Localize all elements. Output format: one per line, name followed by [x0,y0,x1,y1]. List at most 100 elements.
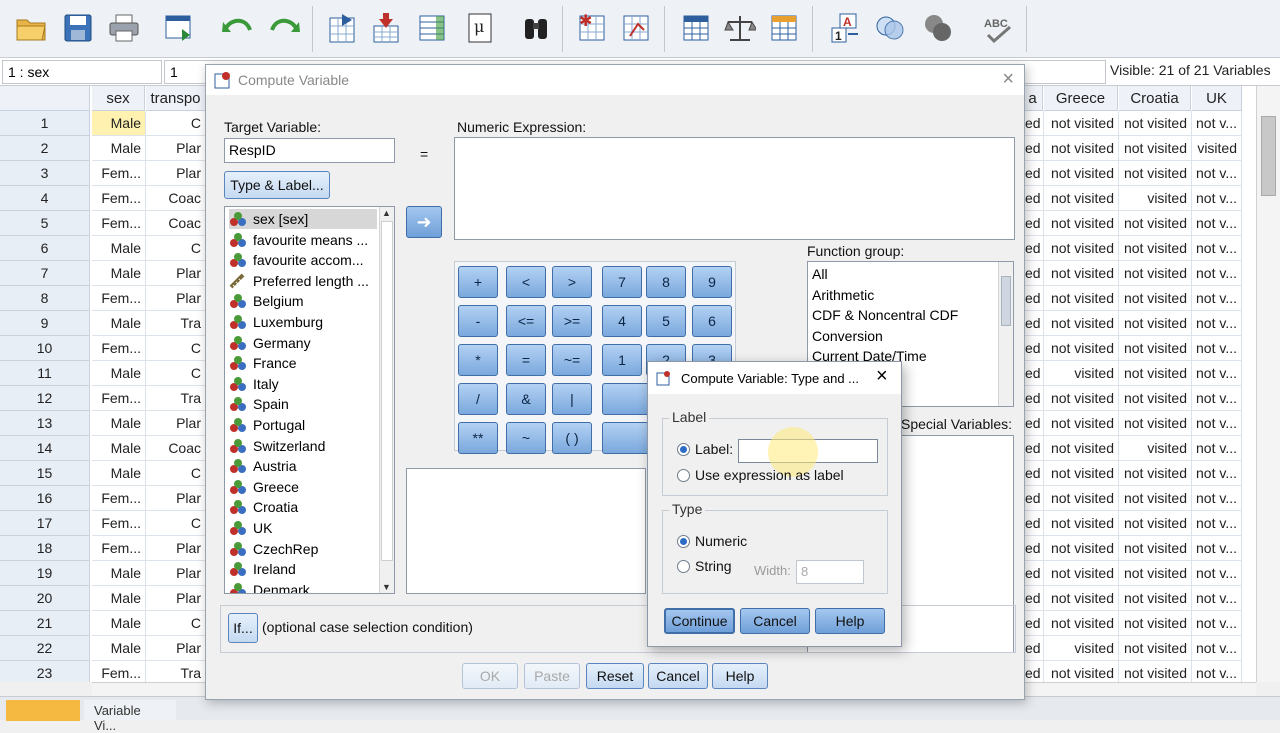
table-cell[interactable]: not v... [1192,336,1242,361]
move-variable-arrow-button[interactable]: ➜ [406,206,442,238]
row-header[interactable]: 5 [0,211,90,236]
table-cell[interactable]: not v... [1192,111,1242,136]
table-cell[interactable]: ed [1023,261,1044,286]
variable-list-item[interactable]: Luxemburg [229,312,323,332]
table-cell[interactable]: Fem... [92,161,146,186]
variable-list-item[interactable]: Ireland [229,559,296,579]
table-cell[interactable]: ed [1023,636,1044,661]
column-header[interactable]: Croatia [1119,86,1191,111]
calculator-key[interactable]: = [506,344,546,376]
table-cell[interactable]: not visited [1044,561,1119,586]
table-cell[interactable]: not visited [1119,586,1192,611]
tab-data-view[interactable] [6,700,80,721]
table-cell[interactable]: not v... [1192,411,1242,436]
row-header[interactable]: 23 [0,661,90,682]
variables-icon[interactable] [412,8,452,48]
calculator-key[interactable]: 8 [646,266,686,298]
row-header[interactable]: 7 [0,261,90,286]
column-header[interactable]: a [1023,86,1043,111]
table-cell[interactable]: Male [92,111,146,136]
table-cell[interactable]: not visited [1044,411,1119,436]
table-cell[interactable]: ed [1023,511,1044,536]
function-group-item[interactable]: CDF & Noncentral CDF [812,305,958,325]
table-cell[interactable]: not v... [1192,636,1242,661]
reset-button[interactable]: Reset [586,663,644,689]
variable-list-item[interactable]: Belgium [229,291,304,311]
row-header[interactable]: 14 [0,436,90,461]
row-header[interactable]: 19 [0,561,90,586]
numeric-expression-input[interactable] [454,137,1015,240]
calculator-key[interactable]: ** [458,422,498,454]
calculator-key[interactable]: + [458,266,498,298]
redo-icon[interactable] [264,8,304,48]
print-icon[interactable] [104,8,144,48]
row-header[interactable]: 9 [0,311,90,336]
table-cell[interactable]: Plar [146,136,206,161]
table-cell[interactable]: not visited [1119,311,1192,336]
use-sets-icon[interactable] [870,8,910,48]
subdialog-cancel-button[interactable]: Cancel [740,608,810,634]
column-header[interactable]: Greece [1044,86,1118,111]
table-cell[interactable]: not visited [1119,411,1192,436]
undo-icon[interactable] [218,8,258,48]
insert-variable-icon[interactable] [616,8,656,48]
row-header[interactable]: 10 [0,336,90,361]
table-cell[interactable]: ed [1023,411,1044,436]
save-icon[interactable] [58,8,98,48]
calculator-key[interactable]: >= [552,305,592,337]
select-cases-icon[interactable] [764,8,804,48]
table-cell[interactable]: ed [1023,286,1044,311]
table-cell[interactable]: Plar [146,486,206,511]
table-cell[interactable]: not visited [1119,336,1192,361]
table-cell[interactable]: not visited [1044,386,1119,411]
variable-list-item[interactable]: France [229,353,297,373]
table-cell[interactable]: not v... [1192,536,1242,561]
variable-list-item[interactable]: Italy [229,374,279,394]
row-header[interactable]: 18 [0,536,90,561]
recall-dialog-icon[interactable] [160,8,200,48]
variable-list-item[interactable]: CzechRep [229,539,318,559]
grid-corner[interactable] [0,86,90,111]
row-header[interactable]: 6 [0,236,90,261]
table-cell[interactable]: not visited [1119,661,1192,682]
table-cell[interactable]: not visited [1119,211,1192,236]
table-cell[interactable]: C [146,236,206,261]
table-cell[interactable]: not visited [1044,586,1119,611]
variable-list-item[interactable]: Portugal [229,415,305,435]
row-header[interactable]: 3 [0,161,90,186]
table-cell[interactable]: Plar [146,561,206,586]
column-header[interactable]: UK [1192,86,1242,111]
label-radio[interactable] [677,443,690,456]
table-cell[interactable]: not visited [1119,611,1192,636]
function-group-item[interactable]: Conversion [812,326,883,346]
goto-variable-icon[interactable] [366,8,406,48]
table-cell[interactable]: ed [1023,436,1044,461]
table-cell[interactable]: Plar [146,261,206,286]
variable-list-item[interactable]: Germany [229,333,311,353]
type-and-label-button[interactable]: Type & Label... [224,171,330,199]
row-header[interactable]: 2 [0,136,90,161]
row-header[interactable]: 8 [0,286,90,311]
table-cell[interactable]: Male [92,261,146,286]
table-cell[interactable]: not v... [1192,211,1242,236]
width-input[interactable]: 8 [796,560,864,584]
table-cell[interactable]: not v... [1192,461,1242,486]
table-cell[interactable]: visited [1192,136,1242,161]
calculator-key[interactable]: * [458,344,498,376]
table-cell[interactable]: not v... [1192,611,1242,636]
insert-cases-icon[interactable]: ✱ [572,8,612,48]
tab-variable-view[interactable]: Variable Vi... [84,700,176,733]
spell-check-icon[interactable]: ABC [980,8,1020,48]
table-cell[interactable]: ed [1023,136,1044,161]
split-file-icon[interactable] [676,8,716,48]
close-icon[interactable]: × [876,365,888,388]
table-cell[interactable]: not v... [1192,511,1242,536]
table-cell[interactable]: visited [1119,436,1192,461]
table-cell[interactable]: C [146,361,206,386]
variable-list-item[interactable]: Denmark [229,580,310,593]
table-cell[interactable]: not visited [1119,286,1192,311]
help-button[interactable]: Help [712,663,768,689]
variable-list-item[interactable]: UK [229,518,272,538]
table-cell[interactable]: not v... [1192,561,1242,586]
table-cell[interactable]: not visited [1119,536,1192,561]
